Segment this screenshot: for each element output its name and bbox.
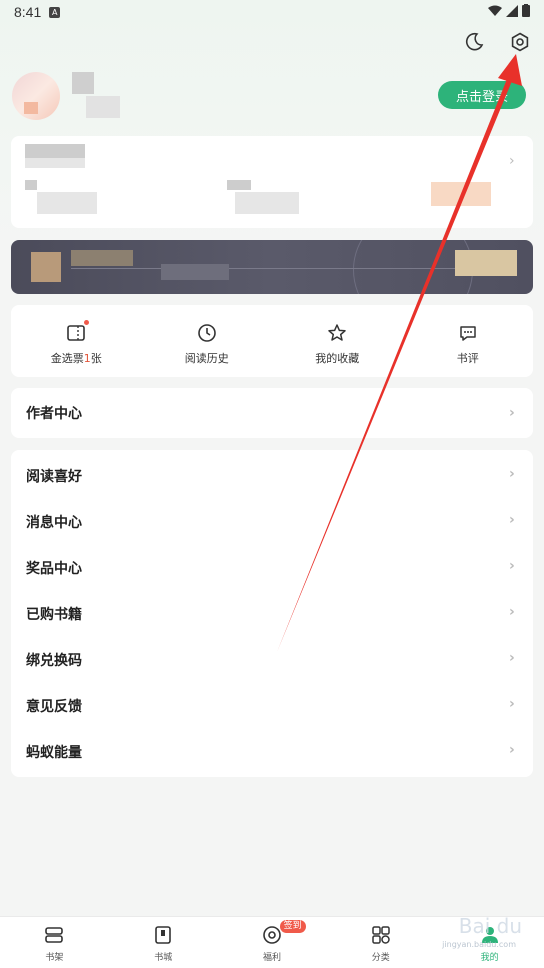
watermark-url: jingyan.baidu.com	[442, 940, 516, 949]
settings-menu: 阅读喜好 › 消息中心 › 奖品中心 › 已购书籍 › 绑兑换码 › 意见反馈 …	[11, 450, 533, 777]
menu-item-label: 意见反馈	[26, 699, 82, 715]
menu-purchased-books[interactable]: 已购书籍 ›	[11, 591, 533, 637]
battery-icon	[522, 4, 530, 17]
nav-category[interactable]: 分类	[326, 917, 435, 968]
quick-actions: 金选票1张 阅读历史 我的收藏 书评	[11, 305, 533, 377]
favorites-label: 我的收藏	[315, 352, 360, 365]
chevron-right-icon: ›	[509, 558, 515, 574]
header-actions	[462, 30, 532, 54]
menu-item-label: 蚂蚁能量	[26, 745, 82, 761]
account-title-blurred	[25, 144, 85, 158]
chevron-right-icon: ›	[509, 466, 515, 482]
balance-value-blurred	[37, 192, 97, 214]
chevron-right-icon: ›	[509, 742, 515, 758]
nav-bookstore[interactable]: 书城	[109, 917, 218, 968]
user-info-blurred	[86, 96, 120, 118]
status-bar: 8:41 A	[0, 0, 544, 24]
nav-label: 分类	[371, 953, 390, 963]
author-center-label: 作者中心	[26, 406, 82, 422]
nav-label: 我的	[480, 953, 499, 963]
nav-bookshelf[interactable]: 书架	[0, 917, 109, 968]
bookshelf-icon	[43, 924, 65, 946]
ticket-count: 1	[83, 352, 91, 365]
clock-icon	[196, 322, 218, 344]
vip-badge-blurred	[431, 182, 491, 206]
coupon-label-blurred	[227, 180, 251, 190]
category-icon	[370, 924, 392, 946]
status-icons	[488, 4, 530, 17]
notification-icon: A	[49, 6, 61, 18]
quick-reviews[interactable]: 书评	[403, 305, 534, 377]
nav-welfare[interactable]: 签到 福利	[218, 917, 327, 968]
chevron-right-icon: ›	[509, 405, 515, 421]
nav-label: 书架	[45, 953, 64, 963]
gear-icon	[511, 32, 529, 52]
quick-ticket[interactable]: 金选票1张	[11, 305, 142, 377]
menu-item-label: 阅读喜好	[26, 469, 82, 485]
settings-button[interactable]	[508, 30, 532, 54]
login-button[interactable]: 点击登录	[438, 81, 526, 109]
star-icon	[326, 322, 348, 344]
quick-reading-history[interactable]: 阅读历史	[142, 305, 273, 377]
menu-ant-energy[interactable]: 蚂蚁能量 ›	[11, 729, 533, 775]
wifi-icon	[488, 5, 502, 16]
banner-icon-blurred	[31, 252, 61, 282]
menu-author-center[interactable]: 作者中心 ›	[11, 388, 533, 438]
menu-message-center[interactable]: 消息中心 ›	[11, 499, 533, 545]
username-blurred	[72, 72, 94, 94]
banner-divider	[71, 268, 463, 269]
quick-favorites[interactable]: 我的收藏	[272, 305, 403, 377]
theme-toggle-button[interactable]	[462, 30, 486, 54]
reading-history-label: 阅读历史	[184, 352, 229, 365]
menu-prize-center[interactable]: 奖品中心 ›	[11, 545, 533, 591]
chevron-right-icon: ›	[509, 696, 515, 712]
banner-subtitle-blurred	[161, 264, 229, 280]
menu-item-label: 已购书籍	[26, 607, 82, 623]
banner-title-blurred	[71, 250, 133, 266]
account-subtitle-blurred	[25, 158, 85, 168]
chevron-right-icon: ›	[509, 604, 515, 620]
signal-icon	[506, 4, 518, 17]
checkin-badge: 签到	[279, 920, 306, 933]
nav-label: 福利	[262, 953, 281, 963]
new-dot	[84, 320, 89, 325]
bookstore-icon	[152, 924, 174, 946]
chevron-right-icon: ›	[509, 512, 515, 528]
menu-item-label: 绑兑换码	[26, 653, 82, 669]
menu-feedback[interactable]: 意见反馈 ›	[11, 683, 533, 729]
nav-label: 书城	[154, 953, 173, 963]
reviews-label: 书评	[456, 352, 479, 365]
watermark: Bai du	[458, 914, 522, 938]
ticket-label: 金选票	[50, 352, 84, 365]
profile-section: 点击登录	[12, 68, 532, 124]
chevron-right-icon: ›	[509, 153, 515, 169]
menu-redeem-code[interactable]: 绑兑换码 ›	[11, 637, 533, 683]
balance-label-blurred	[25, 180, 37, 190]
coupon-value-blurred	[235, 192, 299, 214]
menu-reading-preferences[interactable]: 阅读喜好 ›	[11, 453, 533, 499]
menu-item-label: 奖品中心	[26, 561, 82, 577]
author-center-card: 作者中心 ›	[11, 388, 533, 438]
comment-icon	[457, 322, 479, 344]
ticket-icon	[65, 322, 87, 344]
promo-banner[interactable]	[11, 240, 533, 294]
status-time: 8:41	[14, 4, 42, 20]
account-card[interactable]: ›	[11, 136, 533, 228]
avatar[interactable]	[12, 72, 60, 120]
moon-icon	[466, 32, 484, 51]
chevron-right-icon: ›	[509, 650, 515, 666]
banner-button-blurred	[455, 250, 517, 276]
ticket-unit: 张	[90, 352, 102, 365]
menu-item-label: 消息中心	[26, 515, 82, 531]
